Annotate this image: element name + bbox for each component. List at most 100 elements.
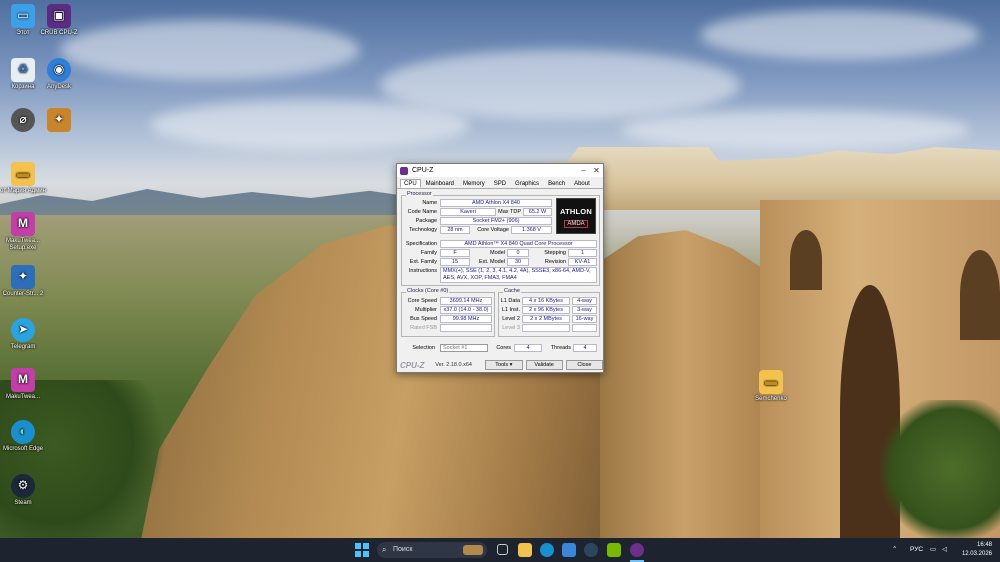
l1inst-way: 3-way: [572, 306, 597, 314]
busspeed-value: 99.98 MHz: [440, 315, 492, 323]
desktop-icon-edge[interactable]: ◐ Microsoft Edge: [0, 420, 46, 453]
desktop-icon-anydesk[interactable]: ◉ AnyDesk: [36, 58, 82, 91]
taskbar: ⌕ Поиск ⌃ РУС ▭ ◁ 16:48 12.03.2026: [0, 538, 1000, 562]
model-label: Model: [490, 250, 505, 256]
minimize-icon[interactable]: –: [577, 166, 590, 175]
technology-label: Technology: [409, 227, 437, 233]
tab-bench[interactable]: Bench: [544, 179, 569, 188]
maxtdp-value: 65.2 W: [523, 208, 552, 216]
telegram-icon: ➤: [11, 318, 35, 342]
l1data-way: 4-way: [572, 297, 597, 305]
close-icon[interactable]: ✕: [590, 166, 603, 175]
revision-value: KV-A1: [568, 258, 597, 266]
desktop-icon-folder[interactable]: ▬ от Мария Админ: [0, 162, 46, 195]
cpu-z-window[interactable]: CPU-Z – ✕ CPU Mainboard Memory SPD Graph…: [396, 163, 604, 373]
window-title: CPU-Z: [412, 167, 434, 174]
spec-label: Specification: [405, 241, 437, 247]
socket-select[interactable]: Socket #1: [440, 344, 488, 352]
nvidia-icon[interactable]: [607, 543, 621, 557]
cpu-z-icon: [400, 166, 408, 175]
windows-icon: [355, 543, 369, 557]
search-highlight-icon: [463, 545, 483, 555]
spec-value: AMD Athlon™ X4 840 Quad Core Processor: [440, 240, 597, 248]
tab-bar: CPU Mainboard Memory SPD Graphics Bench …: [397, 177, 603, 189]
folder-icon: ▬: [11, 162, 35, 186]
selection-label: Selection: [412, 345, 435, 351]
desktop-icon-telegram[interactable]: ➤ Telegram: [0, 318, 46, 351]
makutweaker-icon: M: [11, 368, 35, 392]
threads-label: Threads: [550, 345, 571, 351]
level2-value: 2 x 2 MBytes: [522, 315, 570, 323]
clock[interactable]: 16:48 12.03.2026: [960, 541, 992, 559]
processor-group-title: Processor: [406, 191, 433, 197]
athlon-logo: ATHLON AMDA: [556, 198, 596, 234]
name-value: AMD Athlon X4 840: [440, 199, 552, 207]
multiplier-label: Multiplier: [414, 307, 437, 313]
desktop-icon-counter-strike-2[interactable]: ✦ Counter-Str... 2: [0, 265, 46, 298]
desktop-icon-counter-strike[interactable]: ✦: [36, 108, 82, 134]
cpu-z-icon[interactable]: [630, 543, 644, 557]
desktop-icon-semchenko[interactable]: ▬ Semchenko: [748, 370, 794, 403]
clocks-group-title: Clocks (Core #0): [406, 288, 450, 294]
cores-label: Cores: [496, 345, 511, 351]
level3-way: [572, 324, 597, 332]
tab-about[interactable]: About: [570, 179, 594, 188]
search-icon: ⌕: [382, 545, 387, 554]
tab-graphics[interactable]: Graphics: [511, 179, 543, 188]
start-button[interactable]: [355, 543, 369, 557]
level3-label: Level 3: [502, 325, 520, 331]
level3-value: [522, 324, 570, 332]
family-label: Family: [420, 250, 437, 256]
l1data-value: 4 x 16 KBytes: [522, 297, 570, 305]
language-indicator[interactable]: РУС: [910, 538, 923, 562]
tab-mainboard[interactable]: Mainboard: [422, 179, 458, 188]
stepping-value: 1: [568, 249, 597, 257]
cores-value: 4: [514, 344, 542, 352]
chevron-down-icon: ▾: [509, 362, 513, 368]
title-bar[interactable]: CPU-Z – ✕: [397, 164, 603, 177]
chevron-up-icon[interactable]: ⌃: [892, 538, 897, 562]
cpu-z-brand: CPU-Z: [400, 360, 425, 370]
extmodel-value: 30: [507, 258, 529, 266]
store-icon[interactable]: [562, 543, 576, 557]
level2-way: 16-way: [572, 315, 597, 323]
cpu-z-icon: ▣: [47, 4, 71, 28]
name-label: Name: [422, 200, 437, 206]
model-value: 0: [507, 249, 529, 257]
anydesk-icon: ◉: [47, 58, 71, 82]
tools-button[interactable]: Tools ▾: [485, 360, 523, 370]
codename-value: Kaveri: [440, 208, 496, 216]
task-view-icon[interactable]: [497, 544, 508, 555]
level2-label: Level 2: [502, 316, 520, 322]
cache-group-title: Cache: [503, 288, 521, 294]
search-box[interactable]: ⌕ Поиск: [377, 542, 487, 558]
recycle-bin-icon: ♻: [11, 58, 35, 82]
steam-icon[interactable]: [584, 543, 598, 557]
desktop-icon-makutweaker-setup[interactable]: M MakuTwea... Setup.exe: [0, 212, 46, 251]
codename-label: Code Name: [407, 209, 437, 215]
l1data-label: L1 Data: [500, 298, 520, 304]
tab-memory[interactable]: Memory: [459, 179, 489, 188]
ratedfsb-value: [440, 324, 492, 332]
volume-icon[interactable]: ◁: [942, 538, 947, 562]
network-icon[interactable]: ▭: [930, 538, 936, 562]
steam-icon: ⚙: [11, 474, 35, 498]
corespeed-label: Core Speed: [407, 298, 437, 304]
desktop-icon-cpu-z[interactable]: ▣ CRUB CPU-Z: [36, 4, 82, 37]
tab-spd[interactable]: SPD: [490, 179, 510, 188]
instructions-label: Instructions: [408, 268, 437, 274]
file-explorer-icon[interactable]: [518, 543, 532, 557]
technology-value: 28 nm: [440, 226, 470, 234]
desktop-icon-makutweaker[interactable]: M MakuTwea...: [0, 368, 46, 401]
folder-icon: ▬: [759, 370, 783, 394]
edge-icon[interactable]: [540, 543, 554, 557]
close-button[interactable]: Close: [565, 360, 603, 370]
multiplier-value: x37.0 (14.0 - 38.0): [440, 306, 492, 314]
maxtdp-label: Max TDP: [498, 209, 521, 215]
validate-button[interactable]: Validate: [525, 360, 563, 370]
desktop-icon-steam[interactable]: ⚙ Steam: [0, 474, 46, 507]
makutweaker-icon: M: [11, 212, 35, 236]
revision-label: Revision: [544, 259, 566, 265]
version-label: Ver. 2.18.0.x64: [435, 362, 472, 368]
tab-cpu[interactable]: CPU: [400, 179, 421, 188]
